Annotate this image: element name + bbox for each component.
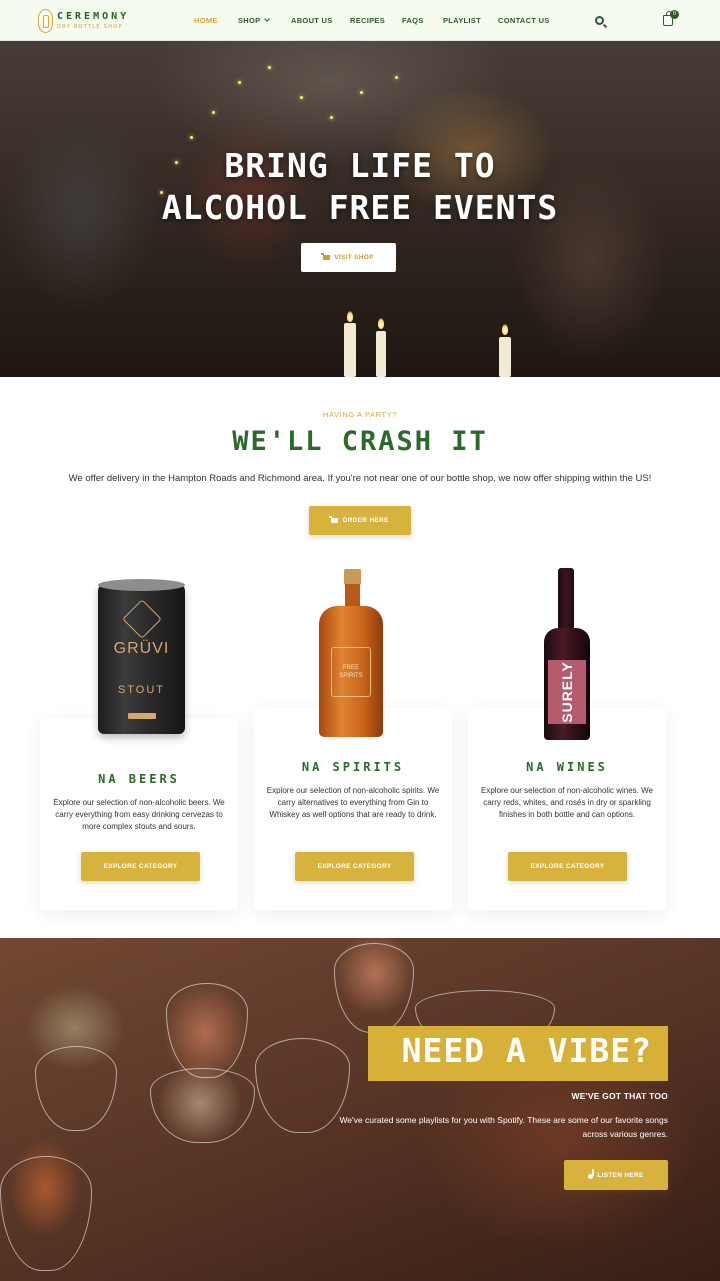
nav-item-playlist[interactable]: PLAYLIST bbox=[443, 16, 481, 25]
visit-shop-button[interactable]: VISIT SHOP bbox=[301, 243, 396, 272]
string-light bbox=[330, 116, 333, 119]
nav-item-shop[interactable]: SHOP bbox=[238, 16, 271, 25]
cart-icon bbox=[329, 516, 339, 523]
delivery-description: We offer delivery in the Hampton Roads a… bbox=[68, 473, 652, 484]
spirit-bottle-label: FREE SPIRITS bbox=[331, 647, 371, 697]
candle bbox=[499, 337, 511, 377]
search-icon[interactable] bbox=[595, 16, 604, 25]
can-band bbox=[128, 713, 156, 719]
string-light bbox=[360, 91, 363, 94]
candle bbox=[344, 323, 356, 377]
listen-here-button[interactable]: LISTEN HERE bbox=[564, 1160, 668, 1190]
nav-item-contact-us[interactable]: CONTACT US bbox=[498, 16, 550, 25]
can-type: STOUT bbox=[117, 684, 166, 696]
order-here-label: ORDER HERE bbox=[342, 517, 389, 524]
playlist-section: NEED A VIBE? WE'VE GOT THAT TOO We've cu… bbox=[0, 938, 720, 1281]
candle bbox=[376, 331, 386, 377]
cart-count-badge: 0 bbox=[670, 10, 679, 19]
vibe-subtitle: WE'VE GOT THAT TOO bbox=[571, 1091, 668, 1101]
hero-banner: BRING LIFE TO ALCOHOL FREE EVENTS VISIT … bbox=[0, 41, 720, 377]
nav-item-shop-label: SHOP bbox=[238, 16, 261, 25]
category-description: Explore our selection of non-alcoholic b… bbox=[53, 798, 225, 831]
listen-here-label: LISTEN HERE bbox=[597, 1171, 644, 1179]
explore-wines-button[interactable]: EXPLORE CATEGORY bbox=[508, 852, 627, 881]
category-title: NA SPIRITS bbox=[301, 760, 405, 774]
can-lid bbox=[98, 579, 185, 591]
candle-flame bbox=[347, 311, 353, 322]
hero-title-line1: BRING LIFE TO bbox=[224, 146, 496, 185]
stout-can-image: GRÜVI STOUT bbox=[98, 579, 185, 734]
can-brand: GRÜVI bbox=[113, 640, 170, 657]
top-navigation: CEREMONY DRY BOTTLE SHOP HOME SHOP ABOUT… bbox=[0, 0, 720, 41]
cart-icon bbox=[321, 253, 331, 260]
nav-item-about-us[interactable]: ABOUT US bbox=[291, 16, 333, 25]
category-card-spirits: NA SPIRITS Explore our selection of non-… bbox=[254, 708, 452, 910]
string-light bbox=[300, 96, 303, 99]
can-emblem bbox=[122, 599, 162, 639]
string-light bbox=[238, 81, 241, 84]
wine-label-text: SURELY bbox=[559, 661, 576, 723]
candle-flame bbox=[502, 324, 508, 335]
nav-item-home[interactable]: HOME bbox=[194, 16, 218, 25]
candle-flame bbox=[378, 318, 384, 329]
category-description: Explore our selection of non-alcoholic w… bbox=[481, 786, 653, 819]
string-light bbox=[212, 111, 215, 114]
vibe-title: NEED A VIBE? bbox=[401, 1031, 652, 1070]
main-menu: HOME SHOP ABOUT US RECIPES FAQS PLAYLIST… bbox=[0, 0, 720, 41]
category-description: Explore our selection of non-alcoholic s… bbox=[266, 786, 440, 819]
visit-shop-label: VISIT SHOP bbox=[334, 254, 374, 261]
hero-title: BRING LIFE TO ALCOHOL FREE EVENTS bbox=[0, 145, 720, 229]
party-title: WE'LL CRASH IT bbox=[232, 426, 488, 457]
category-title: NA WINES bbox=[526, 760, 608, 774]
string-light bbox=[395, 76, 398, 79]
order-here-button[interactable]: ORDER HERE bbox=[309, 506, 411, 535]
nav-item-faqs[interactable]: FAQS bbox=[402, 16, 424, 25]
nav-item-recipes[interactable]: RECIPES bbox=[350, 16, 385, 25]
string-light bbox=[190, 136, 193, 139]
wine-bottle-label: SURELY bbox=[548, 660, 586, 724]
party-eyebrow: HAVING A PARTY? bbox=[322, 410, 398, 419]
category-title: NA BEERS bbox=[98, 772, 180, 786]
explore-spirits-button[interactable]: EXPLORE CATEGORY bbox=[295, 852, 414, 881]
explore-beers-button[interactable]: EXPLORE CATEGORY bbox=[81, 852, 200, 881]
vibe-description: We've curated some playlists for you wit… bbox=[339, 1115, 668, 1139]
string-light bbox=[268, 66, 271, 69]
music-note-icon bbox=[588, 1168, 594, 1179]
category-card-beers: NA BEERS Explore our selection of non-al… bbox=[40, 718, 238, 910]
wine-bottle-neck bbox=[558, 568, 574, 634]
chevron-down-icon bbox=[264, 16, 271, 22]
spirit-bottle-cap bbox=[344, 569, 361, 585]
hero-title-line2: ALCOHOL FREE EVENTS bbox=[161, 188, 559, 227]
